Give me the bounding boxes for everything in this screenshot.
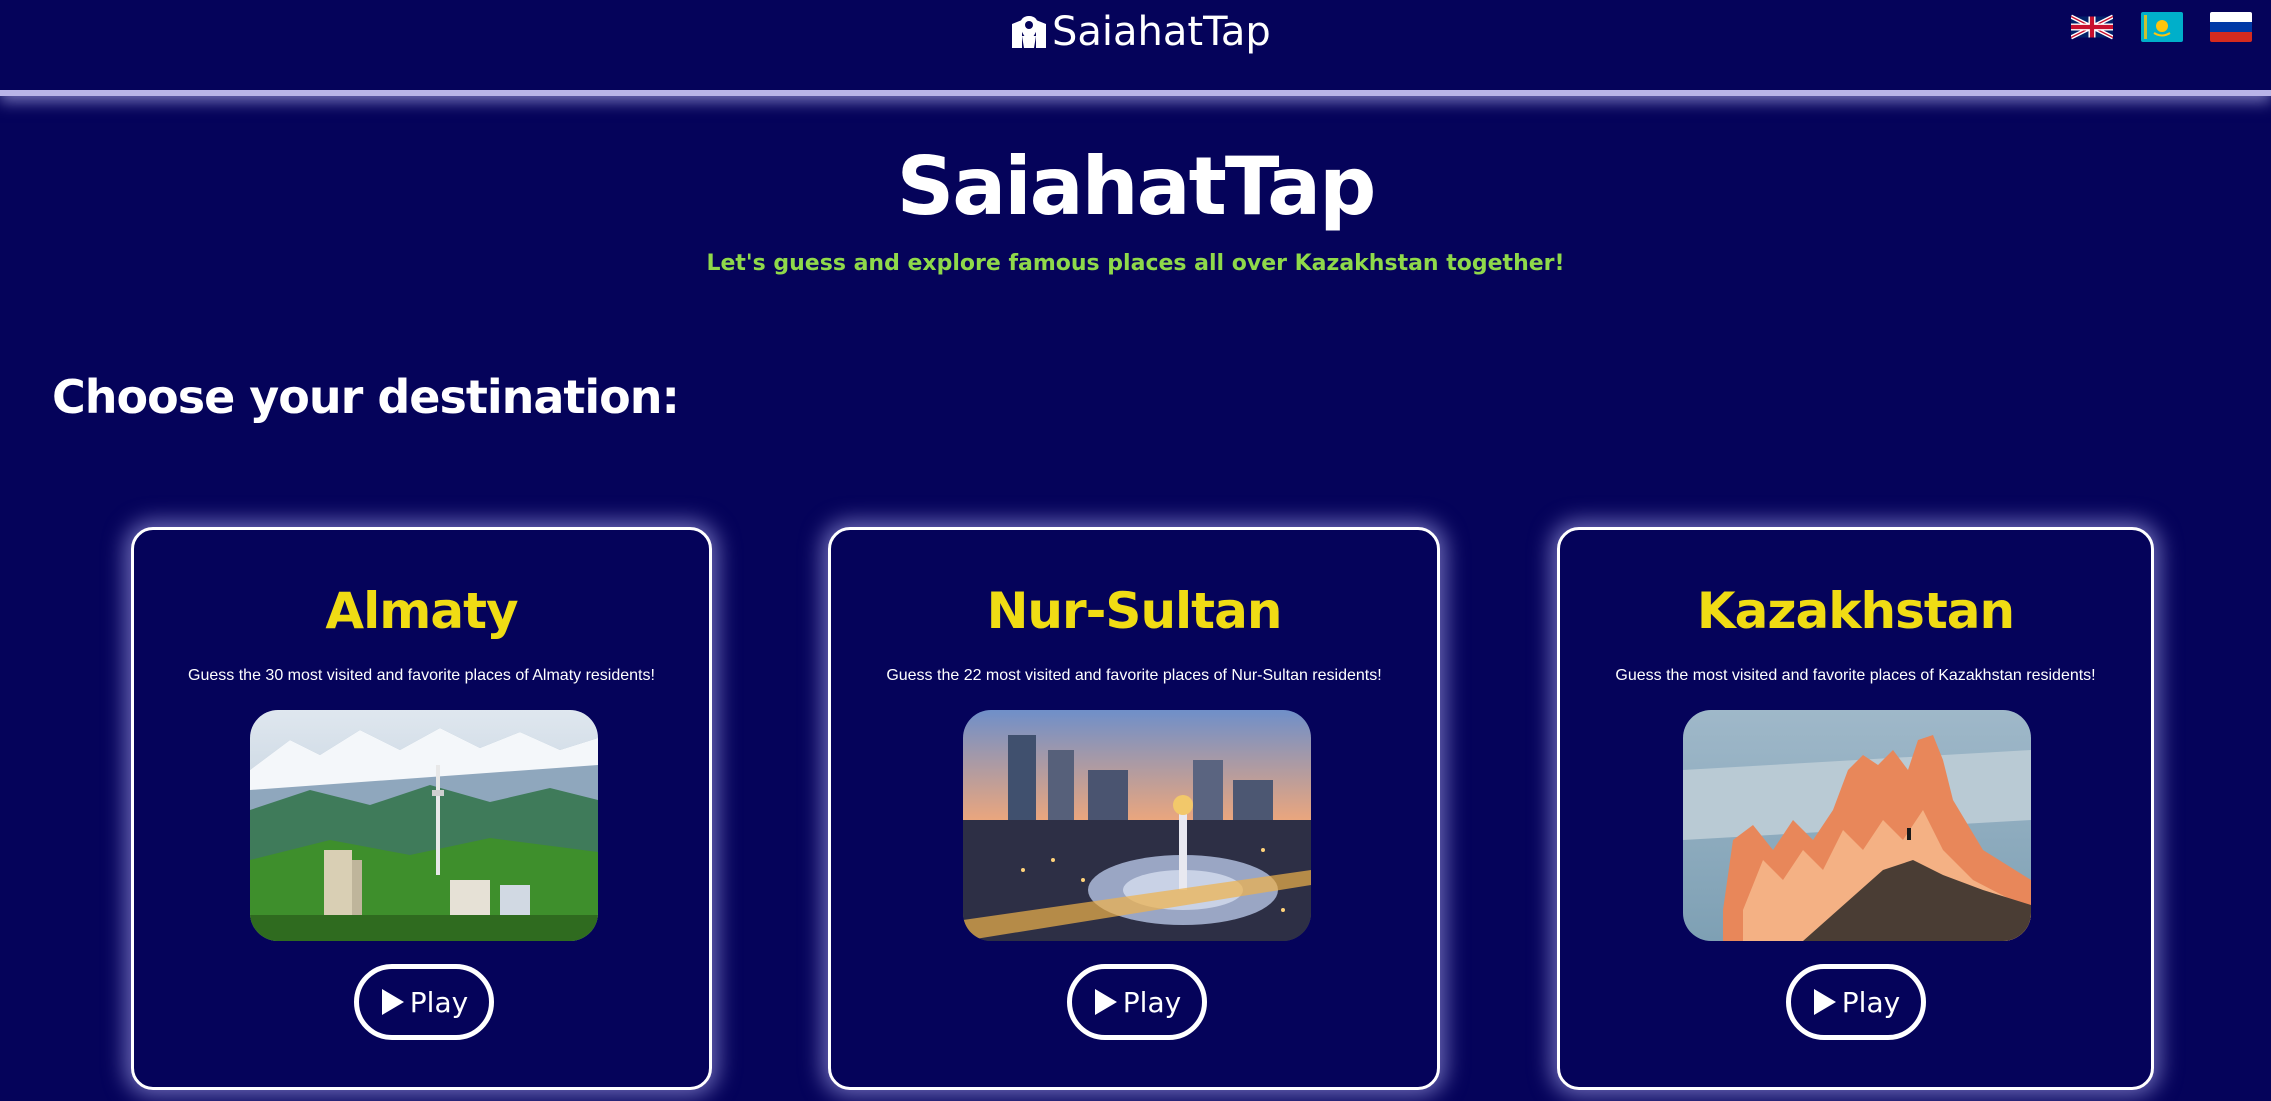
hero-title: SaiahatTap: [896, 140, 1377, 233]
play-button-kazakhstan[interactable]: Play: [1786, 964, 1926, 1040]
play-label: Play: [1841, 985, 1901, 1019]
destination-card-kazakhstan: Kazakhstan Guess the most visited and fa…: [1557, 527, 2154, 1090]
card-description: Guess the 22 most visited and favorite p…: [886, 667, 1382, 684]
card-title: Nur-Sultan: [986, 582, 1283, 640]
play-button-almaty[interactable]: Play: [354, 964, 494, 1040]
card-description: Guess the 30 most visited and favorite p…: [188, 667, 655, 684]
card-title: Almaty: [325, 582, 518, 640]
play-icon: [1813, 989, 1836, 1015]
play-label: Play: [409, 985, 469, 1019]
card-image-almaty: [250, 710, 598, 941]
card-image-kazakhstan: [1683, 710, 2031, 941]
hero-subtitle: Let's guess and explore famous places al…: [706, 251, 1565, 276]
ru-flag-icon[interactable]: [2210, 12, 2252, 42]
destination-card-nur-sultan: Nur-Sultan Guess the 22 most visited and…: [828, 527, 1440, 1090]
kz-flag-icon[interactable]: [2141, 12, 2183, 42]
destination-card-almaty: Almaty Guess the 30 most visited and fav…: [131, 527, 712, 1090]
card-description: Guess the most visited and favorite plac…: [1615, 667, 2096, 684]
top-bar: SaiahatTap: [0, 0, 2271, 96]
language-switcher: [0, 12, 2271, 52]
uk-flag-icon[interactable]: [2071, 12, 2113, 42]
play-button-nur-sultan[interactable]: Play: [1067, 964, 1207, 1040]
section-heading: Choose your destination:: [52, 370, 680, 424]
card-image-nur-sultan: [963, 710, 1311, 941]
play-icon: [381, 989, 404, 1015]
card-title: Kazakhstan: [1696, 582, 2015, 640]
play-icon: [1094, 989, 1117, 1015]
play-label: Play: [1122, 985, 1182, 1019]
